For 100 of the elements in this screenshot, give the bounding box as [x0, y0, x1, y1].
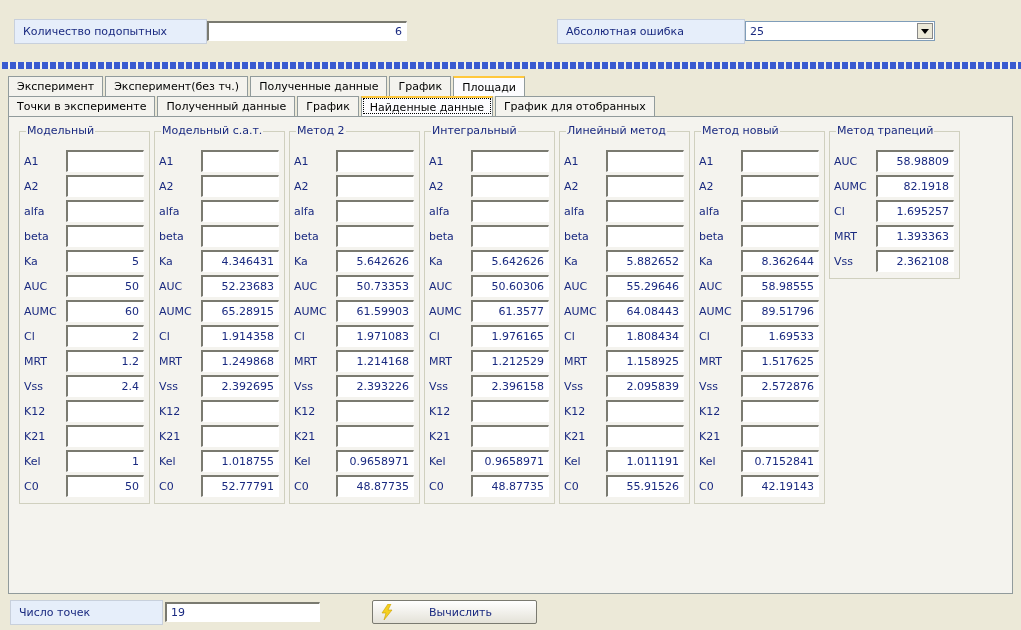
value-field[interactable]: 2.393226 — [336, 375, 414, 397]
value-field[interactable]: 2.396158 — [471, 375, 549, 397]
value-field[interactable]: 0.7152841 — [741, 450, 819, 472]
value-field[interactable]: 2 — [66, 325, 144, 347]
value-field[interactable] — [741, 425, 819, 447]
points-input[interactable]: 19 — [165, 602, 320, 622]
tab[interactable]: Площади — [453, 76, 525, 96]
value-field[interactable]: 1.971083 — [336, 325, 414, 347]
value-field[interactable] — [606, 175, 684, 197]
value-field[interactable]: 52.77791 — [201, 475, 279, 497]
tab[interactable]: График для отобранных — [494, 96, 655, 116]
value-field[interactable] — [336, 175, 414, 197]
value-field[interactable]: 89.51796 — [741, 300, 819, 322]
value-field[interactable] — [606, 425, 684, 447]
value-field[interactable]: 5.642626 — [471, 250, 549, 272]
value-field[interactable]: 60 — [66, 300, 144, 322]
value-field[interactable] — [336, 225, 414, 247]
value-field[interactable] — [336, 150, 414, 172]
value-field[interactable] — [66, 150, 144, 172]
value-field[interactable]: 50.73353 — [336, 275, 414, 297]
value-field[interactable]: 52.23683 — [201, 275, 279, 297]
value-field[interactable]: 2.572876 — [741, 375, 819, 397]
value-field[interactable]: 1.695257 — [876, 200, 954, 222]
value-field[interactable]: 0.9658971 — [336, 450, 414, 472]
value-field[interactable] — [66, 200, 144, 222]
value-field[interactable] — [606, 150, 684, 172]
value-field[interactable] — [606, 400, 684, 422]
value-field[interactable] — [336, 400, 414, 422]
value-field[interactable]: 1.018755 — [201, 450, 279, 472]
value-field[interactable]: 64.08443 — [606, 300, 684, 322]
value-field[interactable] — [471, 200, 549, 222]
value-field[interactable] — [741, 200, 819, 222]
value-field[interactable]: 48.87735 — [471, 475, 549, 497]
value-field[interactable] — [66, 400, 144, 422]
value-field[interactable]: 1.393363 — [876, 225, 954, 247]
value-field[interactable]: 50 — [66, 475, 144, 497]
tab[interactable]: График — [297, 96, 359, 116]
value-field[interactable] — [741, 175, 819, 197]
value-field[interactable] — [336, 200, 414, 222]
value-field[interactable]: 2.362108 — [876, 250, 954, 272]
tab[interactable]: Эксперимент(без тч.) — [105, 76, 249, 96]
value-field[interactable]: 5.882652 — [606, 250, 684, 272]
value-field[interactable] — [471, 425, 549, 447]
value-field[interactable]: 65.28915 — [201, 300, 279, 322]
value-field[interactable]: 61.59903 — [336, 300, 414, 322]
value-field[interactable]: 61.3577 — [471, 300, 549, 322]
value-field[interactable]: 42.19143 — [741, 475, 819, 497]
value-field[interactable]: 0.9658971 — [471, 450, 549, 472]
value-field[interactable] — [606, 225, 684, 247]
value-field[interactable] — [201, 425, 279, 447]
value-field[interactable]: 82.1918 — [876, 175, 954, 197]
error-dropdown[interactable]: 25 — [745, 21, 935, 41]
value-field[interactable]: 2.392695 — [201, 375, 279, 397]
value-field[interactable]: 58.98555 — [741, 275, 819, 297]
tab[interactable]: Полученные данные — [250, 76, 388, 96]
value-field[interactable] — [741, 225, 819, 247]
tab[interactable]: График — [389, 76, 452, 96]
tab[interactable]: Эксперимент — [8, 76, 104, 96]
value-field[interactable] — [471, 225, 549, 247]
value-field[interactable] — [201, 400, 279, 422]
tab[interactable]: Полученный данные — [157, 96, 296, 116]
value-field[interactable]: 50 — [66, 275, 144, 297]
value-field[interactable] — [66, 425, 144, 447]
value-field[interactable] — [66, 225, 144, 247]
value-field[interactable] — [201, 175, 279, 197]
value-field[interactable]: 8.362644 — [741, 250, 819, 272]
value-field[interactable] — [606, 200, 684, 222]
value-field[interactable]: 1.158925 — [606, 350, 684, 372]
subjects-input[interactable]: 6 — [207, 21, 407, 41]
value-field[interactable]: 1 — [66, 450, 144, 472]
value-field[interactable]: 1.976165 — [471, 325, 549, 347]
value-field[interactable]: 4.346431 — [201, 250, 279, 272]
value-field[interactable]: 50.60306 — [471, 275, 549, 297]
value-field[interactable] — [741, 150, 819, 172]
value-field[interactable]: 1.011191 — [606, 450, 684, 472]
value-field[interactable]: 48.87735 — [336, 475, 414, 497]
value-field[interactable]: 2.4 — [66, 375, 144, 397]
tab[interactable]: Найденные данные — [360, 96, 493, 116]
value-field[interactable] — [471, 400, 549, 422]
value-field[interactable]: 1.2 — [66, 350, 144, 372]
compute-button[interactable]: Вычислить — [372, 600, 537, 624]
value-field[interactable]: 58.98809 — [876, 150, 954, 172]
value-field[interactable]: 1.517625 — [741, 350, 819, 372]
value-field[interactable]: 5 — [66, 250, 144, 272]
value-field[interactable] — [336, 425, 414, 447]
value-field[interactable]: 1.212529 — [471, 350, 549, 372]
value-field[interactable]: 5.642626 — [336, 250, 414, 272]
value-field[interactable]: 1.808434 — [606, 325, 684, 347]
value-field[interactable]: 55.91526 — [606, 475, 684, 497]
value-field[interactable] — [741, 400, 819, 422]
value-field[interactable]: 1.214168 — [336, 350, 414, 372]
value-field[interactable] — [201, 225, 279, 247]
value-field[interactable]: 1.69533 — [741, 325, 819, 347]
value-field[interactable] — [66, 175, 144, 197]
value-field[interactable] — [201, 200, 279, 222]
tab[interactable]: Точки в эксперименте — [8, 96, 156, 116]
value-field[interactable] — [201, 150, 279, 172]
value-field[interactable]: 1.249868 — [201, 350, 279, 372]
value-field[interactable] — [471, 175, 549, 197]
value-field[interactable]: 1.914358 — [201, 325, 279, 347]
